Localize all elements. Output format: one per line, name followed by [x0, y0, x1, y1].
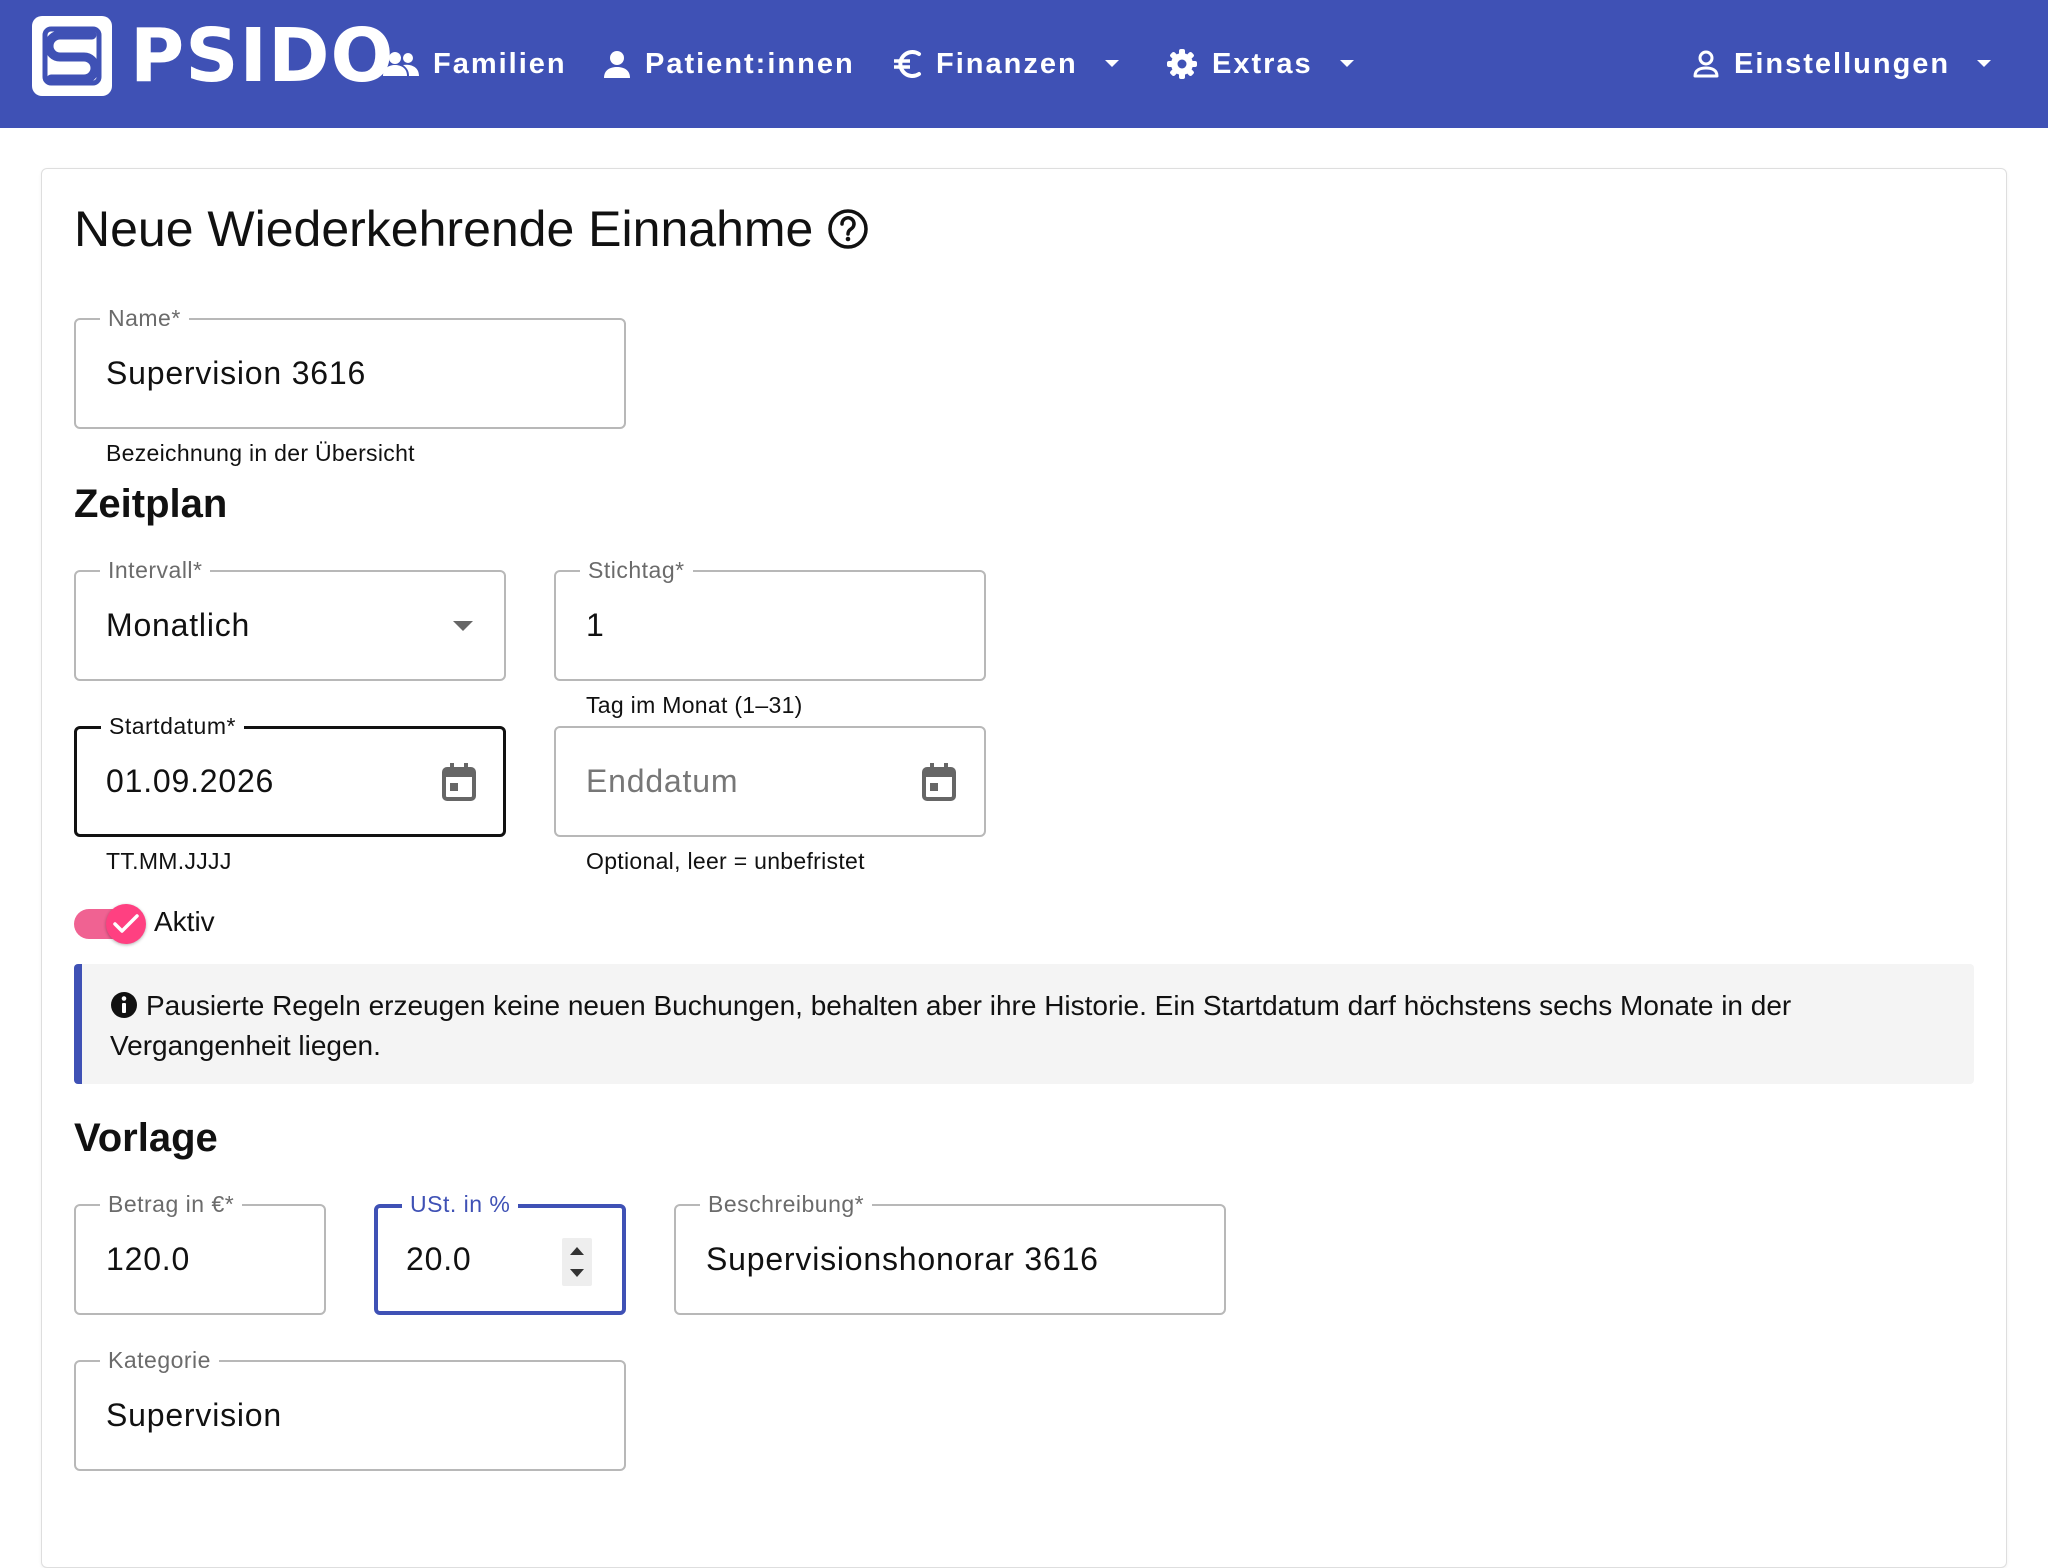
nav-familien[interactable]: Familien	[383, 36, 567, 92]
stichtag-field-helper: Tag im Monat (1–31)	[586, 692, 803, 718]
ust-field[interactable]: USt. in % 20.0	[374, 1190, 626, 1315]
name-field-value[interactable]: Supervision 3616	[106, 320, 366, 427]
interval-select-value: Monatlich	[106, 607, 251, 643]
info-box: Pausierte Regeln erzeugen keine neuen Bu…	[74, 964, 1974, 1084]
ust-field-value[interactable]: 20.0	[406, 1208, 471, 1311]
euro-icon	[894, 50, 921, 78]
interval-select[interactable]: Intervall* Monatlich	[74, 556, 506, 681]
enddatum-field-placeholder[interactable]: Enddatum	[586, 728, 738, 835]
nav-patientinnen[interactable]: Patient:innen	[603, 36, 855, 92]
stepper-up-icon[interactable]	[570, 1247, 584, 1255]
stepper-down-icon[interactable]	[570, 1269, 584, 1277]
stichtag-field[interactable]: Stichtag* 1	[554, 556, 986, 681]
chevron-down-icon	[1104, 60, 1119, 67]
enddatum-field-helper: Optional, leer = unbefristet	[586, 848, 865, 874]
brand-name: PSIDO	[130, 13, 395, 99]
nav-finanzen[interactable]: Finanzen	[892, 36, 1120, 92]
calendar-icon[interactable]	[921, 762, 957, 802]
betrag-field[interactable]: Betrag in €* 120.0	[74, 1190, 326, 1315]
brand-logo-icon	[32, 16, 112, 96]
gear-icon	[1167, 49, 1197, 79]
info-box-content: Pausierte Regeln erzeugen keine neuen Bu…	[110, 986, 1950, 1066]
chevron-down-icon	[1339, 60, 1354, 67]
nav-finanzen-label: Finanzen	[936, 47, 1078, 80]
section-title-zeitplan: Zeitplan	[74, 482, 228, 526]
section-title-vorlage: Vorlage	[74, 1116, 218, 1160]
name-field[interactable]: Name* Supervision 3616	[74, 304, 626, 429]
name-field-helper: Bezeichnung in der Übersicht	[106, 440, 415, 466]
nav-extras-label: Extras	[1212, 47, 1313, 80]
nav-einstellungen[interactable]: Einstellungen	[1692, 36, 1992, 92]
info-icon	[111, 992, 137, 1018]
chevron-down-icon	[453, 620, 473, 631]
check-icon	[113, 914, 139, 933]
aktiv-toggle-thumb[interactable]	[106, 904, 146, 944]
info-box-text: Pausierte Regeln erzeugen keine neuen Bu…	[110, 990, 1792, 1061]
beschreibung-field-value[interactable]: Supervisionshonorar 3616	[706, 1206, 1099, 1313]
kategorie-field-value[interactable]: Supervision	[106, 1362, 282, 1469]
group-icon	[383, 52, 419, 76]
kategorie-field[interactable]: Kategorie Supervision	[74, 1346, 626, 1471]
brand[interactable]: PSIDO	[32, 16, 394, 96]
betrag-field-value[interactable]: 120.0	[106, 1206, 190, 1313]
chevron-down-icon	[1977, 60, 1992, 67]
startdatum-field[interactable]: Startdatum* 01.09.2026	[74, 712, 506, 837]
startdatum-field-value[interactable]: 01.09.2026	[106, 729, 274, 834]
help-icon[interactable]	[827, 208, 869, 250]
person-outline-icon	[1693, 50, 1719, 78]
page-title-text: Neue Wiederkehrende Einnahme	[74, 201, 814, 257]
aktiv-toggle-label: Aktiv	[154, 906, 215, 937]
ust-stepper[interactable]	[562, 1238, 592, 1286]
page-title: Neue Wiederkehrende Einnahme	[74, 200, 869, 258]
enddatum-field[interactable]: Enddatum	[554, 726, 986, 837]
calendar-icon[interactable]	[441, 762, 477, 802]
nav-extras[interactable]: Extras	[1166, 36, 1355, 92]
nav-patientinnen-label: Patient:innen	[645, 47, 855, 80]
nav-einstellungen-label: Einstellungen	[1734, 47, 1951, 80]
person-icon	[604, 51, 630, 78]
stichtag-field-value[interactable]: 1	[586, 572, 605, 679]
startdatum-field-helper: TT.MM.JJJJ	[106, 848, 232, 874]
nav-familien-label: Familien	[433, 47, 567, 80]
beschreibung-field[interactable]: Beschreibung* Supervisionshonorar 3616	[674, 1190, 1226, 1315]
top-navbar: PSIDO Familien Patient:innen Finanzen Ex…	[0, 0, 2048, 128]
